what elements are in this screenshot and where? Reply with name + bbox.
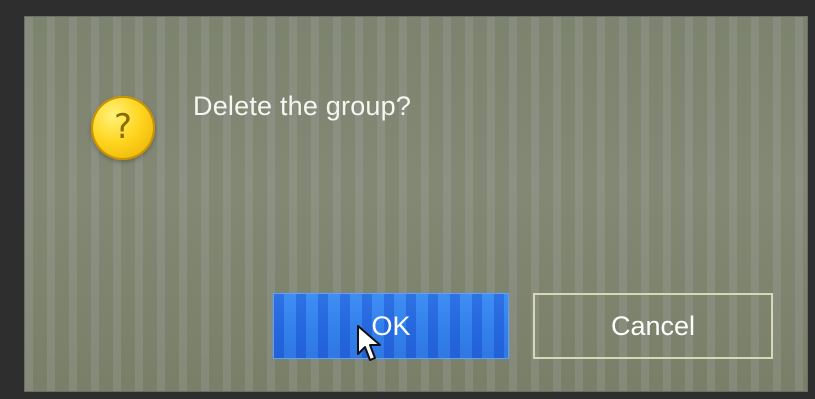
question-glyph: ? — [113, 107, 133, 147]
question-icon: ? — [91, 96, 155, 160]
screen: ? Delete the group? OK Cancel — [0, 0, 815, 399]
ok-button[interactable]: OK — [273, 293, 509, 359]
cancel-button-label: Cancel — [610, 310, 696, 341]
delete-group-dialog: ? Delete the group? OK Cancel — [24, 16, 808, 392]
dialog-message: Delete the group? — [193, 91, 412, 121]
cancel-button[interactable]: Cancel — [533, 293, 773, 359]
mouse-pointer-icon — [357, 325, 381, 361]
